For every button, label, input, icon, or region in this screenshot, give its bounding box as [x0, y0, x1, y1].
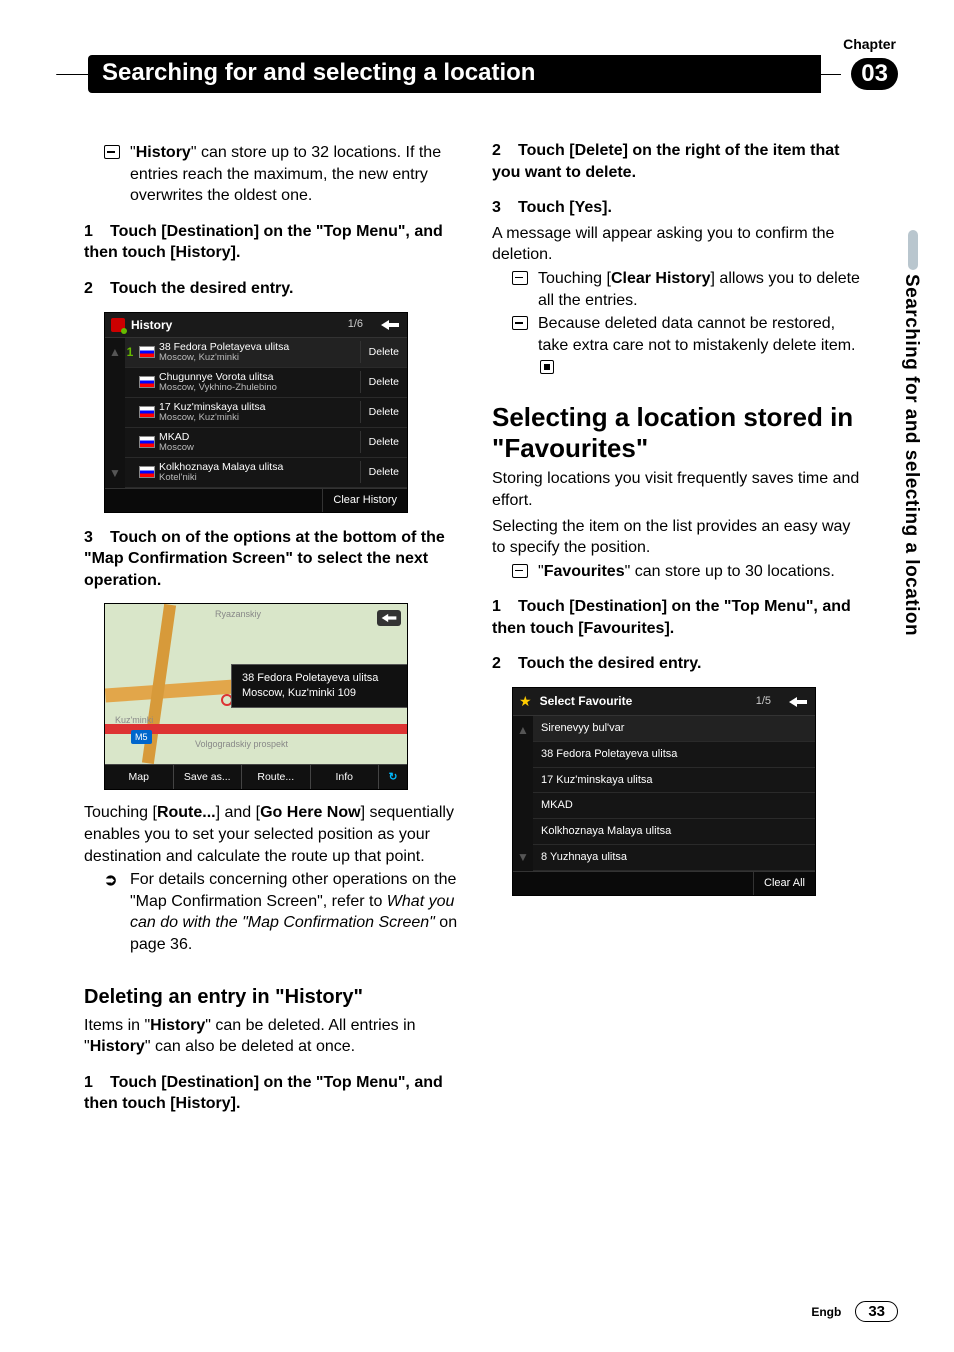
chapter-number: 03 — [851, 58, 898, 90]
delete-button[interactable]: Delete — [360, 461, 407, 483]
info-button[interactable]: Info — [311, 765, 380, 789]
side-tab-text: Searching for and selecting a location — [900, 274, 922, 636]
map-button[interactable]: Map — [105, 765, 174, 789]
delete-button[interactable]: Delete — [360, 401, 407, 423]
scroll-up-icon[interactable]: ▲ — [109, 344, 121, 360]
history-row[interactable]: Chugunnye Vorota ulitsaMoscow, Vykhino-Z… — [125, 368, 407, 398]
step-1: 1Touch [Destination] on the "Top Menu", … — [84, 221, 458, 264]
language-code: Engb — [811, 1305, 841, 1319]
favourite-row[interactable]: Kolkhoznaya Malaya ulitsa — [533, 819, 815, 845]
delete-button[interactable]: Delete — [360, 341, 407, 363]
country-flag-icon — [139, 406, 155, 418]
map-canvas[interactable]: Ryazanskiy Kuz'minki Volgogradskiy prosp… — [105, 604, 407, 764]
map-address-label: 38 Fedora Poletayeva ulitsaMoscow, Kuz'm… — [231, 664, 407, 708]
del-step-1: 1Touch [Destination] on the "Top Menu", … — [84, 1072, 458, 1115]
favourites-screenshot: ★ Select Favourite 1/5 ▲▼ Sirenevyy bul'… — [512, 687, 816, 896]
favourites-heading: Selecting a location stored in "Favourit… — [492, 402, 866, 464]
note-fav-capacity: "Favourites" can store up to 30 location… — [512, 561, 866, 583]
page-title: Searching for and selecting a location — [88, 55, 821, 93]
deleting-heading: Deleting an entry in "History" — [84, 984, 458, 1011]
clear-all-button[interactable]: Clear All — [753, 872, 815, 895]
scroll-bar[interactable]: ▲▼ — [105, 338, 125, 488]
fav-para-1: Storing locations you visit frequently s… — [492, 468, 866, 511]
country-flag-icon — [139, 436, 155, 448]
scroll-down-icon[interactable]: ▼ — [109, 465, 121, 481]
note-clear-history: Touching [Clear History] allows you to d… — [512, 268, 866, 311]
map-screenshot: Ryazanskiy Kuz'minki Volgogradskiy prosp… — [104, 603, 408, 790]
note-icon — [512, 271, 528, 285]
back-icon[interactable] — [377, 610, 401, 626]
cross-reference: ➲ For details concerning other operation… — [104, 869, 458, 955]
page-banner: Searching for and selecting a location 0… — [56, 54, 898, 94]
fav-para-2: Selecting the item on the list provides … — [492, 516, 866, 559]
end-of-section-icon — [540, 360, 554, 374]
history-row[interactable]: Kolkhoznaya Malaya ulitsaKotel'niki Dele… — [125, 458, 407, 488]
note-icon — [512, 564, 528, 578]
flag-icon — [111, 318, 125, 332]
confirm-msg: A message will appear asking you to conf… — [492, 223, 866, 266]
favourites-title: Select Favourite — [540, 693, 750, 709]
note-icon — [512, 316, 528, 330]
country-flag-icon — [139, 346, 155, 358]
history-row[interactable]: 17 Kuz'minskaya ulitsaMoscow, Kuz'minki … — [125, 398, 407, 428]
scroll-bar[interactable]: ▲▼ — [513, 716, 533, 871]
history-row[interactable]: 1 38 Fedora Poletayeva ulitsaMoscow, Kuz… — [125, 338, 407, 368]
road-number-badge: M5 — [131, 730, 152, 744]
delete-button[interactable]: Delete — [360, 371, 407, 393]
favourite-row[interactable]: Sirenevyy bul'var — [533, 716, 815, 742]
xref-arrow-icon: ➲ — [104, 870, 120, 955]
note-icon — [104, 145, 120, 159]
country-flag-icon — [139, 376, 155, 388]
del-step-2: 2Touch [Delete] on the right of the item… — [492, 140, 866, 183]
step-2: 2Touch the desired entry. — [84, 278, 458, 300]
refresh-icon[interactable]: ↻ — [379, 765, 407, 789]
step-3: 3Touch on of the options at the bottom o… — [84, 527, 458, 592]
clear-history-button[interactable]: Clear History — [322, 489, 407, 512]
deleting-para: Items in "History" can be deleted. All e… — [84, 1015, 458, 1058]
history-title: History — [131, 317, 342, 333]
back-icon[interactable] — [787, 695, 809, 709]
scroll-up-icon[interactable]: ▲ — [517, 722, 529, 738]
left-column: "History" can store up to 32 locations. … — [84, 140, 458, 1115]
del-step-3: 3Touch [Yes]. — [492, 197, 866, 219]
favourites-pager: 1/5 — [756, 694, 771, 709]
side-tab: Searching for and selecting a location — [892, 230, 918, 690]
favourite-row[interactable]: MKAD — [533, 793, 815, 819]
right-column: 2Touch [Delete] on the right of the item… — [492, 140, 866, 1115]
star-icon: ★ — [519, 692, 532, 711]
favourite-row[interactable]: 8 Yuzhnaya ulitsa — [533, 845, 815, 871]
note-history-capacity: "History" can store up to 32 locations. … — [104, 142, 458, 207]
back-icon[interactable] — [379, 318, 401, 332]
page-number: 33 — [855, 1301, 898, 1322]
country-flag-icon — [139, 466, 155, 478]
history-screenshot: History 1/6 ▲▼ 1 38 Fedora Poletayeva ul… — [104, 312, 408, 513]
delete-button[interactable]: Delete — [360, 431, 407, 453]
route-button[interactable]: Route... — [242, 765, 311, 789]
history-pager: 1/6 — [348, 317, 363, 332]
scroll-down-icon[interactable]: ▼ — [517, 849, 529, 865]
chapter-label: Chapter — [843, 36, 896, 52]
route-instruction: Touching [Route...] and [Go Here Now] se… — [84, 802, 458, 867]
note-caution: Because deleted data cannot be restored,… — [512, 313, 866, 378]
history-row[interactable]: MKADMoscow Delete — [125, 428, 407, 458]
fav-step-2: 2Touch the desired entry. — [492, 653, 866, 675]
favourite-row[interactable]: 17 Kuz'minskaya ulitsa — [533, 768, 815, 794]
save-as-button[interactable]: Save as... — [174, 765, 243, 789]
favourite-row[interactable]: 38 Fedora Poletayeva ulitsa — [533, 742, 815, 768]
page-footer: Engb 33 — [811, 1301, 898, 1322]
fav-step-1: 1Touch [Destination] on the "Top Menu", … — [492, 596, 866, 639]
